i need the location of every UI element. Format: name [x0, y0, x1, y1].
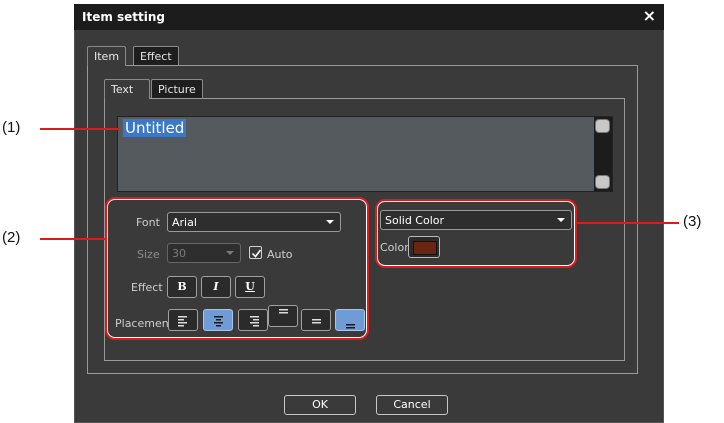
tab-text[interactable]: Text: [104, 79, 150, 99]
cancel-label: Cancel: [393, 398, 431, 411]
callout-label-1: (1): [2, 119, 21, 136]
ok-label: OK: [312, 398, 328, 411]
callout-line-1: [40, 128, 119, 130]
ok-button[interactable]: OK: [284, 395, 356, 415]
tab-effect-label: Effect: [140, 50, 172, 63]
text-scrollbar[interactable]: [594, 117, 612, 191]
tab-item-label: Item: [94, 50, 120, 63]
callout-label-2: (2): [2, 229, 21, 246]
tab-picture-label: Picture: [158, 83, 196, 96]
dialog-title: Item setting: [82, 10, 166, 24]
tab-item[interactable]: Item: [87, 46, 127, 66]
scroll-down-icon[interactable]: [595, 175, 610, 189]
callout-line-2: [40, 238, 106, 240]
callout-line-3: [576, 222, 679, 224]
scroll-up-icon[interactable]: [595, 119, 610, 133]
tab-text-label: Text: [111, 83, 134, 96]
callout-frame-3-inner: [377, 201, 575, 266]
callout-frame-2-inner: [107, 199, 367, 338]
text-input-value: Untitled: [123, 119, 187, 137]
cancel-button[interactable]: Cancel: [376, 395, 448, 415]
callout-label-3: (3): [683, 213, 702, 230]
title-bar[interactable]: Item setting ×: [74, 4, 664, 30]
close-icon[interactable]: ×: [643, 7, 656, 25]
tab-effect[interactable]: Effect: [133, 46, 179, 66]
tab-picture[interactable]: Picture: [151, 79, 203, 99]
text-input[interactable]: Untitled: [117, 116, 613, 192]
